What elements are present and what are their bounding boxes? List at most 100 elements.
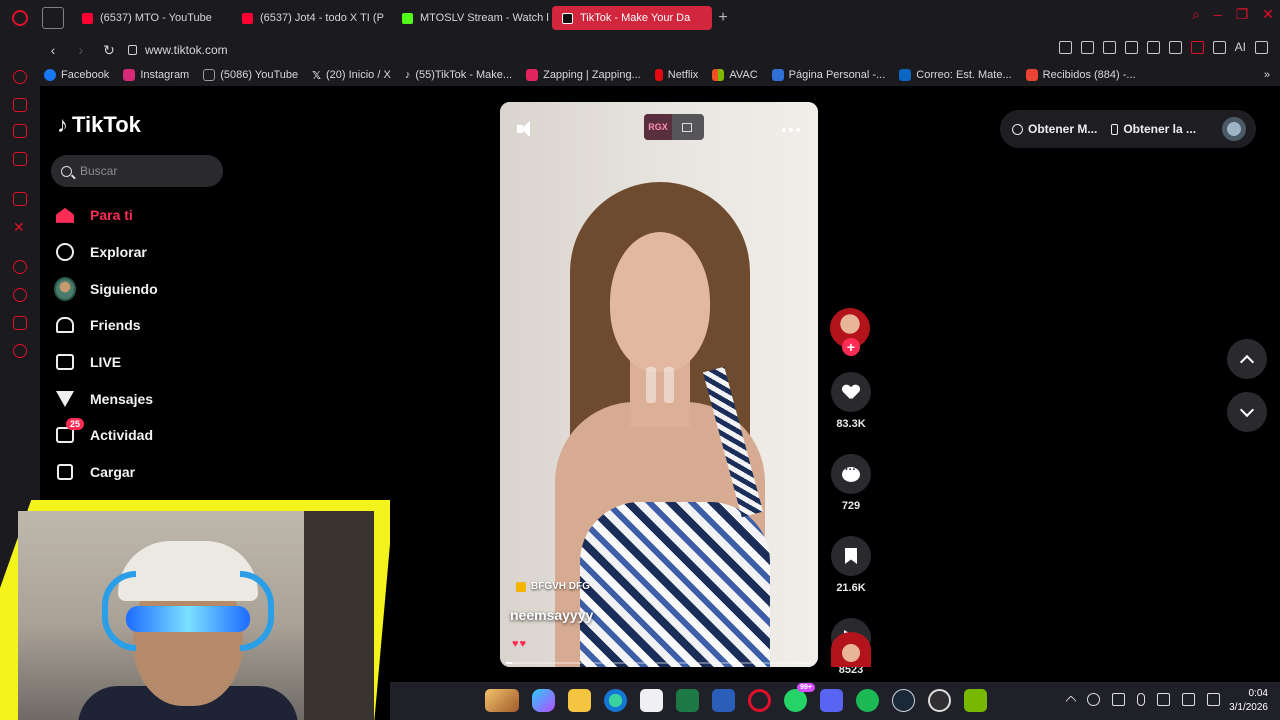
nav-item-cargar[interactable]: Cargar bbox=[54, 454, 354, 491]
copilot-icon[interactable] bbox=[532, 689, 555, 712]
bookmark-x[interactable]: 𝕏 (20) Inicio / X bbox=[312, 69, 391, 82]
menu-icon[interactable] bbox=[1255, 40, 1268, 54]
bookmark-zapping[interactable]: Zapping | Zapping... bbox=[526, 69, 641, 81]
word-icon[interactable] bbox=[712, 689, 735, 712]
whatsapp-icon[interactable]: 99+ bbox=[784, 683, 815, 712]
steam-icon[interactable] bbox=[892, 689, 915, 712]
tab-kick-stream[interactable]: MTOSLV Stream - Watch l bbox=[392, 6, 552, 30]
store-icon[interactable] bbox=[640, 689, 663, 712]
bookmark-facebook[interactable]: Facebook bbox=[44, 69, 109, 81]
tab-island-icon[interactable] bbox=[42, 7, 64, 29]
network-icon[interactable] bbox=[1157, 693, 1170, 706]
bookmark-correo[interactable]: Correo: Est. Mate... bbox=[899, 69, 1012, 81]
settings-icon[interactable] bbox=[13, 344, 27, 358]
nav-item-live[interactable]: LIVE bbox=[54, 344, 354, 381]
widgets-icon[interactable] bbox=[485, 689, 519, 712]
bookmark-pagina-personal[interactable]: Página Personal -... bbox=[771, 69, 885, 81]
translate-icon[interactable] bbox=[1124, 40, 1138, 54]
video-progress-bar[interactable] bbox=[506, 662, 812, 664]
tiktok-logo[interactable]: ♪ TikTok bbox=[57, 112, 141, 138]
nav-item-friends[interactable]: Friends bbox=[54, 307, 354, 344]
adblock-icon[interactable] bbox=[1102, 40, 1116, 54]
opera-logo-icon[interactable] bbox=[0, 0, 40, 36]
maximize-button[interactable]: ❐ bbox=[1236, 6, 1249, 23]
video-player[interactable]: RGX BFGVH DFG neemsayyyy ♥♥ bbox=[500, 102, 818, 667]
file-explorer-icon[interactable] bbox=[568, 689, 591, 712]
x-sidebar-icon[interactable]: ✕ bbox=[13, 220, 27, 234]
reload-button[interactable]: ↻ bbox=[98, 39, 120, 61]
aria-icon[interactable] bbox=[13, 70, 27, 84]
battery-icon[interactable] bbox=[1207, 693, 1220, 706]
profile-avatar[interactable] bbox=[1222, 117, 1246, 141]
creator-avatar[interactable]: + bbox=[830, 308, 870, 356]
tab-youtube-mto[interactable]: (6537) MTO - YouTube bbox=[72, 6, 232, 30]
history-icon[interactable] bbox=[13, 288, 27, 302]
tab-tiktok[interactable]: TikTok - Make Your Da bbox=[552, 6, 712, 30]
url-field[interactable]: www.tiktok.com bbox=[128, 43, 228, 57]
speaker-icon[interactable] bbox=[1182, 693, 1195, 706]
twitch-icon[interactable] bbox=[13, 192, 27, 206]
nav-item-siguiendo[interactable]: Siguiendo bbox=[54, 270, 354, 307]
new-tab-button[interactable]: + bbox=[712, 7, 734, 29]
bookmark-gmail[interactable]: Recibidos (884) -... bbox=[1025, 69, 1136, 81]
next-video-button[interactable] bbox=[1227, 392, 1267, 432]
spotify-icon[interactable] bbox=[856, 689, 879, 712]
workspaces-icon[interactable] bbox=[13, 124, 27, 138]
rgx-badge[interactable]: RGX bbox=[644, 114, 672, 140]
flow-icon[interactable] bbox=[1146, 40, 1160, 54]
edge-icon[interactable] bbox=[604, 689, 627, 712]
get-mobile-app-button[interactable]: Obtener la ... bbox=[1111, 122, 1196, 136]
notifications-off-icon[interactable] bbox=[1112, 693, 1125, 706]
nav-item-actividad[interactable]: 25 Actividad bbox=[54, 417, 354, 454]
search-box[interactable] bbox=[51, 155, 223, 187]
search-input[interactable] bbox=[80, 164, 200, 178]
nvidia-icon[interactable] bbox=[964, 689, 987, 712]
like-button[interactable] bbox=[831, 372, 871, 412]
heart-icon[interactable] bbox=[1168, 40, 1182, 54]
bookmark-tiktok[interactable]: ♪ (55)TikTok - Make... bbox=[405, 69, 512, 81]
tab-youtube-jot4[interactable]: (6537) Jot4 - todo X TI (P bbox=[232, 6, 392, 30]
bookmarks-overflow-button[interactable]: » bbox=[1264, 69, 1270, 81]
video-username[interactable]: neemsayyyy bbox=[510, 607, 593, 623]
nav-item-mensajes[interactable]: Mensajes bbox=[54, 380, 354, 417]
pause-icon[interactable] bbox=[646, 367, 674, 403]
bookmark-netflix[interactable]: Netflix bbox=[654, 69, 698, 81]
previous-video-button[interactable] bbox=[1227, 339, 1267, 379]
microphone-icon[interactable] bbox=[1137, 693, 1145, 706]
follow-plus-icon[interactable]: + bbox=[842, 338, 860, 356]
author-tag[interactable]: BFGVH DFG bbox=[516, 581, 590, 592]
player-icon[interactable] bbox=[13, 260, 27, 274]
close-window-button[interactable]: ✕ bbox=[1262, 6, 1274, 23]
aria-ai-button[interactable]: AI bbox=[1235, 40, 1246, 54]
messenger-icon[interactable] bbox=[13, 152, 27, 166]
forward-button[interactable]: › bbox=[70, 39, 92, 61]
tray-overflow-icon[interactable] bbox=[1065, 695, 1077, 707]
taskbar-clock[interactable]: 0:04 3/1/2026 bbox=[1229, 687, 1268, 715]
nav-item-para-ti[interactable]: Para ti bbox=[54, 197, 354, 234]
minimize-button[interactable]: – bbox=[1214, 6, 1222, 23]
extensions-icon[interactable] bbox=[13, 316, 27, 330]
obs-icon[interactable] bbox=[928, 689, 951, 712]
get-desktop-app-button[interactable]: Obtener M... bbox=[1012, 122, 1097, 136]
bookmark-avac[interactable]: AVAC bbox=[712, 69, 758, 81]
sound-avatar[interactable] bbox=[831, 632, 871, 667]
volume-icon[interactable] bbox=[517, 120, 537, 138]
back-button[interactable]: ‹ bbox=[42, 39, 64, 61]
comment-button[interactable] bbox=[831, 454, 871, 494]
snapshot-icon[interactable] bbox=[1080, 40, 1094, 54]
rgx-overlay-controls[interactable]: RGX bbox=[644, 114, 704, 140]
sync-icon[interactable] bbox=[1087, 693, 1100, 706]
wallet-icon[interactable] bbox=[1190, 40, 1204, 54]
excel-icon[interactable] bbox=[676, 689, 699, 712]
discord-icon[interactable] bbox=[820, 689, 843, 712]
more-options-icon[interactable] bbox=[782, 128, 800, 132]
bookmark-youtube[interactable]: (5086) YouTube bbox=[203, 69, 298, 81]
bookmark-instagram[interactable]: Instagram bbox=[123, 69, 189, 81]
search-tabs-icon[interactable]: ⌕ bbox=[1192, 6, 1200, 23]
pin-icon[interactable] bbox=[1058, 40, 1072, 54]
tools-icon[interactable] bbox=[13, 98, 27, 112]
save-button[interactable] bbox=[831, 536, 871, 576]
opera-taskbar-icon[interactable] bbox=[748, 689, 771, 712]
download-icon[interactable] bbox=[1212, 40, 1226, 54]
nav-item-explorar[interactable]: Explorar bbox=[54, 234, 354, 271]
